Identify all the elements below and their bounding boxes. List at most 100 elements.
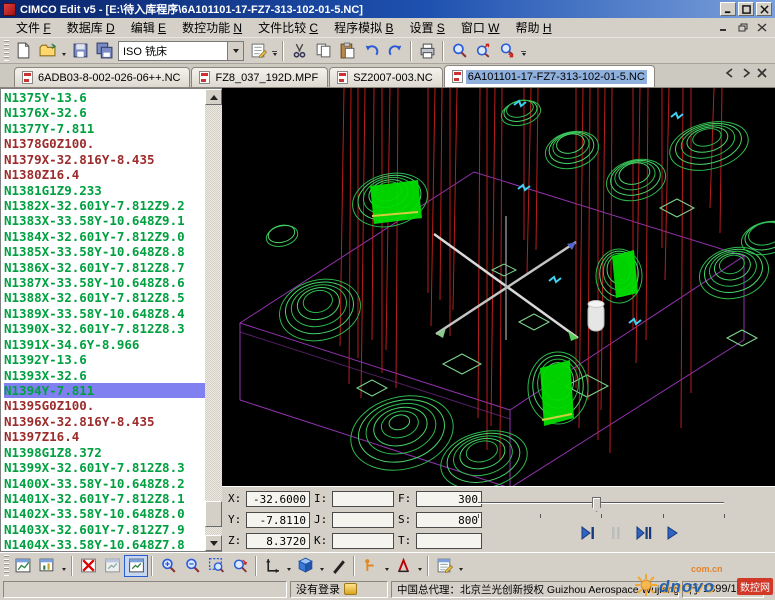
code-line[interactable]: N1381G1Z9.233 xyxy=(4,183,205,198)
code-line[interactable]: N1402X-33.58Y-10.648Z8.0 xyxy=(4,506,205,521)
menu-b[interactable]: 程序模拟 B xyxy=(326,17,401,38)
code-line[interactable]: N1401X-32.601Y-7.812Z8.1 xyxy=(4,491,205,506)
arc-value-field[interactable] xyxy=(332,533,394,549)
mdi-restore-button[interactable] xyxy=(735,21,750,34)
editor-scrollbar[interactable] xyxy=(205,89,222,551)
code-line[interactable]: N1384X-32.601Y-7.812Z9.0 xyxy=(4,229,205,244)
simulation-3d-view[interactable] xyxy=(222,88,775,486)
code-line[interactable]: N1400X-33.58Y-10.648Z8.2 xyxy=(4,476,205,491)
open-dropdown[interactable] xyxy=(59,41,68,61)
print-button[interactable] xyxy=(415,40,439,62)
code-line[interactable]: N1391X-34.6Y-8.966 xyxy=(4,337,205,352)
maximize-button[interactable] xyxy=(738,2,754,16)
scroll-down-button[interactable] xyxy=(205,535,222,551)
menu-f[interactable]: 文件 F xyxy=(8,17,59,38)
menu-d[interactable]: 数据库 D xyxy=(59,17,123,38)
arc-value-field[interactable] xyxy=(332,491,394,507)
menu-s[interactable]: 设置 S xyxy=(401,17,452,38)
tab-scroll-right-button[interactable] xyxy=(741,65,751,83)
measure-button[interactable] xyxy=(391,555,415,577)
code-line[interactable]: N1382X-32.601Y-7.812Z9.2 xyxy=(4,198,205,213)
find-previous-button[interactable] xyxy=(495,40,519,62)
arc-value-field[interactable] xyxy=(332,512,394,528)
pause-button[interactable] xyxy=(605,523,627,543)
code-line[interactable]: N1399X-32.601Y-7.812Z8.3 xyxy=(4,460,205,475)
paste-button[interactable] xyxy=(335,40,359,62)
sim-toolbar-grip[interactable] xyxy=(4,555,9,576)
menu-e[interactable]: 编辑 E xyxy=(123,17,174,38)
tab-scroll-left-button[interactable] xyxy=(725,65,735,83)
toolbar-grip[interactable] xyxy=(4,40,9,61)
file-type-settings-button[interactable] xyxy=(246,40,270,62)
code-line[interactable]: N1386X-32.601Y-7.812Z8.7 xyxy=(4,260,205,275)
cut-button[interactable] xyxy=(287,40,311,62)
save-all-button[interactable] xyxy=(92,40,116,62)
menu-h[interactable]: 帮助 H xyxy=(507,17,559,38)
tool-display-button[interactable] xyxy=(326,555,350,577)
param-value-field[interactable]: 300 xyxy=(416,491,482,507)
slider-thumb[interactable] xyxy=(592,497,601,512)
machine-type-select[interactable]: ISO 铣床 xyxy=(118,41,244,61)
show-tool-dropdown[interactable] xyxy=(382,556,391,576)
play-button[interactable] xyxy=(661,523,683,543)
code-line[interactable]: N1397Z16.4 xyxy=(4,429,205,444)
code-line[interactable]: N1398G1Z8.372 xyxy=(4,445,205,460)
code-line[interactable]: N1378G0Z100. xyxy=(4,136,205,151)
axis-value-field[interactable]: -32.6000 xyxy=(246,491,310,507)
code-line[interactable]: N1403X-32.601Y-7.812Z7.9 xyxy=(4,522,205,537)
find-button[interactable] xyxy=(447,40,471,62)
axis-value-field[interactable]: 8.3720 xyxy=(246,533,310,549)
code-line[interactable]: N1376X-32.6 xyxy=(4,105,205,120)
code-line[interactable]: N1375Y-13.6 xyxy=(4,90,205,105)
toolbar-overflow-2[interactable] xyxy=(519,41,528,61)
code-line[interactable]: N1387X-33.58Y-10.648Z8.6 xyxy=(4,275,205,290)
solid-view-button[interactable] xyxy=(293,555,317,577)
zoom-window-button[interactable] xyxy=(204,555,228,577)
nc-code-lines[interactable]: N1375Y-13.6N1376X-32.6N1377Y-7.811N1378G… xyxy=(1,89,205,553)
scrollbar-thumb[interactable] xyxy=(205,501,222,527)
document-tab-3[interactable]: SZ2007-003.NC xyxy=(329,67,443,87)
code-line[interactable]: N1380Z16.4 xyxy=(4,167,205,182)
copy-button[interactable] xyxy=(311,40,335,62)
redo-button[interactable] xyxy=(383,40,407,62)
code-line[interactable]: N1389X-33.58Y-10.648Z8.4 xyxy=(4,306,205,321)
document-tab-1[interactable]: 6ADB03-8-002-026-06++.NC xyxy=(14,67,190,87)
code-line[interactable]: N1396X-32.816Y-8.435 xyxy=(4,414,205,429)
code-line[interactable]: N1385X-33.58Y-10.648Z8.8 xyxy=(4,244,205,259)
axis-value-field[interactable]: -7.8110 xyxy=(246,512,310,528)
measure-dropdown[interactable] xyxy=(415,556,424,576)
code-line[interactable]: N1383X-33.58Y-10.648Z9.1 xyxy=(4,213,205,228)
code-line[interactable]: N1377Y-7.811 xyxy=(4,121,205,136)
mdi-minimize-button[interactable] xyxy=(716,21,731,34)
close-button[interactable] xyxy=(756,2,772,16)
show-tool-button[interactable] xyxy=(358,555,382,577)
nc-code-editor[interactable]: N1375Y-13.6N1376X-32.6N1377Y-7.811N1378G… xyxy=(0,88,222,552)
code-line[interactable]: N1404X-33.58Y-10.648Z7.8 xyxy=(4,537,205,552)
simulation-speed-slider[interactable] xyxy=(478,497,724,511)
code-line[interactable]: N1379X-32.816Y-8.435 xyxy=(4,152,205,167)
zoom-rotate-button[interactable] xyxy=(228,555,252,577)
zoom-out-button[interactable] xyxy=(180,555,204,577)
step-forward-button[interactable] xyxy=(577,523,599,543)
axis-view-dropdown[interactable] xyxy=(284,556,293,576)
toolbar-overflow-1[interactable] xyxy=(270,41,279,61)
code-line[interactable]: N1392Y-13.6 xyxy=(4,352,205,367)
minimize-button[interactable] xyxy=(720,2,736,16)
backplot-active-button[interactable] xyxy=(124,555,148,577)
plot-window-2-button[interactable] xyxy=(35,555,59,577)
new-file-button[interactable] xyxy=(11,40,35,62)
menu-n[interactable]: 数控功能 N xyxy=(174,17,250,38)
backplot-window-button[interactable] xyxy=(100,555,124,577)
axis-view-button[interactable] xyxy=(260,555,284,577)
machine-type-dropdown[interactable] xyxy=(227,42,243,60)
code-line[interactable]: N1388X-32.601Y-7.812Z8.5 xyxy=(4,290,205,305)
save-button[interactable] xyxy=(68,40,92,62)
undo-button[interactable] xyxy=(359,40,383,62)
mdi-close-button[interactable] xyxy=(754,21,769,34)
menu-c[interactable]: 文件比较 C xyxy=(250,17,326,38)
tab-close-button[interactable] xyxy=(757,65,767,83)
login-status[interactable]: 没有登录 xyxy=(290,581,388,598)
menu-w[interactable]: 窗口 W xyxy=(453,17,508,38)
code-line[interactable]: N1390X-32.601Y-7.812Z8.3 xyxy=(4,321,205,336)
plot-window-dropdown[interactable] xyxy=(59,556,68,576)
